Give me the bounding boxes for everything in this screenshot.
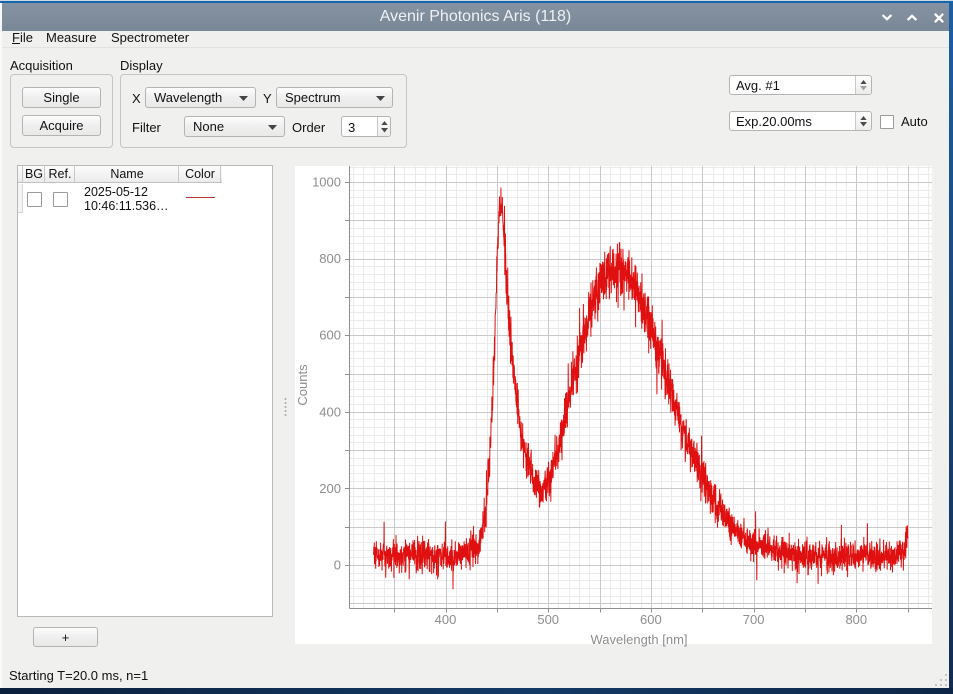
svg-text:600: 600	[319, 328, 341, 343]
svg-text:1000: 1000	[312, 175, 341, 190]
svg-text:0: 0	[334, 558, 341, 573]
svg-text:Counts: Counts	[295, 364, 310, 406]
svg-text:800: 800	[845, 612, 867, 627]
svg-text:400: 400	[435, 612, 457, 627]
svg-text:600: 600	[640, 612, 662, 627]
svg-text:700: 700	[743, 612, 765, 627]
svg-text:800: 800	[319, 251, 341, 266]
svg-text:500: 500	[537, 612, 559, 627]
svg-text:Wavelength [nm]: Wavelength [nm]	[590, 632, 687, 647]
svg-text:200: 200	[319, 481, 341, 496]
svg-text:400: 400	[319, 404, 341, 419]
